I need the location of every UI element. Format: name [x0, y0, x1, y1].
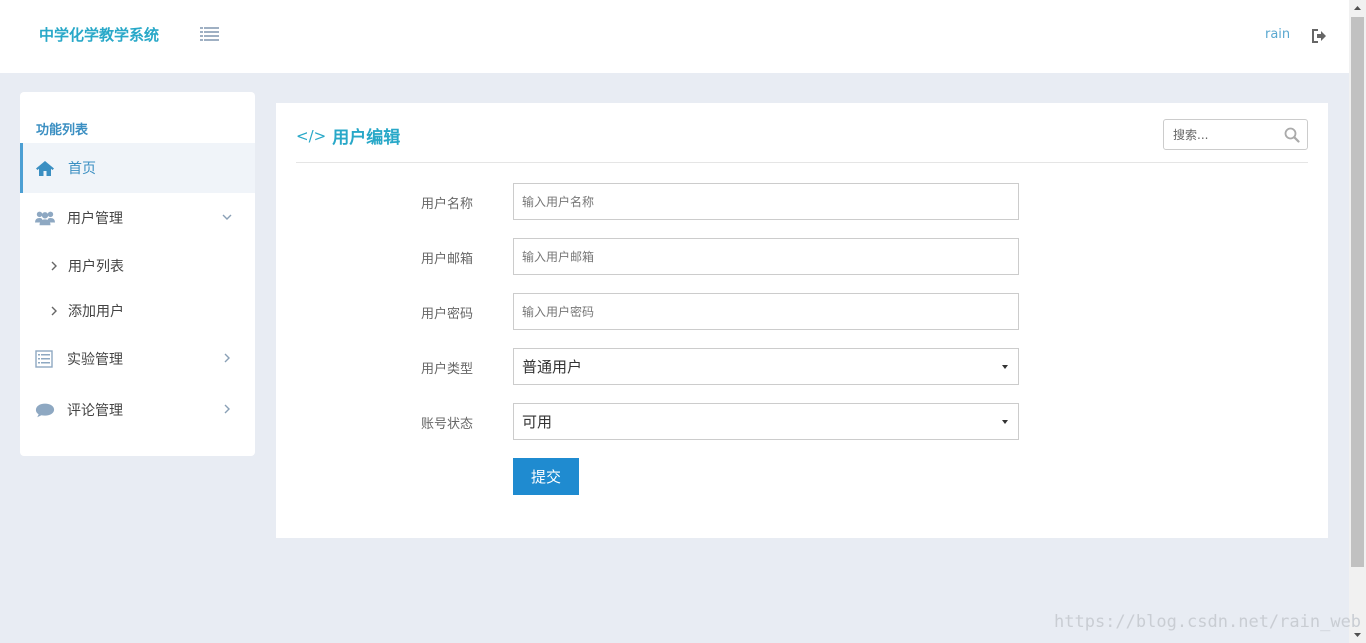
list-alt-icon [35, 350, 55, 368]
search-input[interactable] [1164, 120, 1274, 149]
sidebar-subitem-add-user[interactable]: 添加用户 [20, 291, 255, 331]
watermark: https://blog.csdn.net/rain_web [1054, 612, 1362, 632]
page-scrollbar[interactable] [1349, 0, 1366, 643]
account-status-label: 账号状态 [421, 417, 474, 432]
panel-header: </> 用户编辑 [296, 103, 1308, 163]
code-icon: </> [296, 126, 327, 145]
password-label: 用户密码 [421, 307, 474, 322]
app-brand[interactable]: 中学化学教学系统 [39, 24, 159, 45]
user-name-link[interactable]: rain [1265, 27, 1290, 42]
user-type-label: 用户类型 [421, 362, 474, 377]
sidebar-subitem-label: 用户列表 [68, 259, 124, 275]
sidebar-item-label: 首页 [68, 161, 96, 177]
scroll-up-arrow-icon[interactable] [1349, 0, 1366, 17]
page-title: </> 用户编辑 [296, 123, 401, 149]
chevron-down-icon [221, 211, 233, 223]
sidebar-title: 功能列表 [36, 123, 89, 138]
page-title-text: 用户编辑 [332, 128, 401, 148]
main-panel: </> 用户编辑 用户名称 用户邮箱 用户密码 用户类型 普通用户 [276, 103, 1328, 538]
email-input[interactable] [513, 238, 1019, 275]
sidebar-item-label: 用户管理 [67, 211, 123, 227]
search-box [1163, 119, 1308, 150]
account-status-value: 可用 [522, 413, 553, 431]
sidebar-item-label: 实验管理 [67, 352, 123, 368]
sidebar-subitem-label: 添加用户 [68, 304, 124, 320]
users-icon [35, 209, 55, 227]
submit-button[interactable]: 提交 [513, 458, 579, 495]
search-icon[interactable] [1284, 127, 1300, 143]
sidebar-item-comment-management[interactable]: 评论管理 [20, 385, 255, 435]
form-row-user-type: 用户类型 普通用户 [276, 348, 1328, 385]
sidebar-item-label: 评论管理 [67, 403, 123, 419]
username-input[interactable] [513, 183, 1019, 220]
chevron-right-icon [221, 352, 233, 364]
password-input[interactable] [513, 293, 1019, 330]
sidebar: 功能列表 首页 用户管理 用户列表 添加用户 实验管理 评论管理 [20, 92, 255, 456]
email-label: 用户邮箱 [421, 252, 474, 267]
comment-icon [35, 401, 55, 419]
form-row-email: 用户邮箱 [276, 238, 1328, 275]
sidebar-subitem-user-list[interactable]: 用户列表 [20, 246, 255, 286]
caret-down-icon [1002, 365, 1008, 369]
form-row-username: 用户名称 [276, 183, 1328, 220]
caret-down-icon [1002, 420, 1008, 424]
sign-out-icon[interactable] [1312, 28, 1327, 43]
home-icon [35, 159, 55, 177]
chevron-right-icon [49, 305, 59, 317]
sidebar-item-user-management[interactable]: 用户管理 [20, 193, 255, 243]
sidebar-item-experiment-management[interactable]: 实验管理 [20, 334, 255, 384]
user-type-value: 普通用户 [522, 358, 583, 376]
form-row-password: 用户密码 [276, 293, 1328, 330]
scrollbar-thumb[interactable] [1351, 17, 1364, 567]
username-label: 用户名称 [421, 197, 474, 212]
account-status-select[interactable]: 可用 [513, 403, 1019, 440]
list-icon[interactable] [200, 26, 219, 42]
form-row-account-status: 账号状态 可用 [276, 403, 1328, 440]
top-header: 中学化学教学系统 rain [0, 0, 1349, 73]
chevron-right-icon [49, 260, 59, 272]
chevron-right-icon [221, 403, 233, 415]
sidebar-item-home[interactable]: 首页 [20, 143, 255, 193]
user-type-select[interactable]: 普通用户 [513, 348, 1019, 385]
